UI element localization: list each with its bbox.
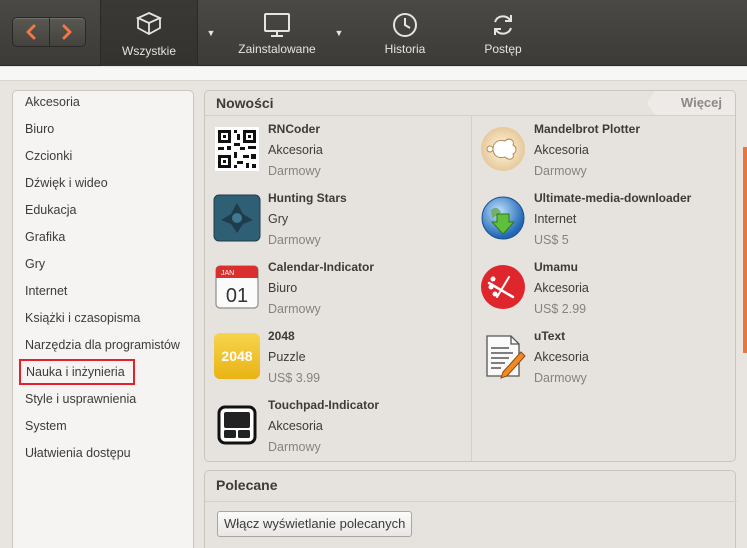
app-category: Biuro xyxy=(268,281,298,295)
divider xyxy=(205,501,737,502)
app-category: Internet xyxy=(534,212,577,226)
app-price: US$ 3.99 xyxy=(268,371,321,385)
tab-all[interactable]: Wszystkie xyxy=(100,0,198,66)
sidebar-item-dev-tools[interactable]: Narzędzia dla programistów xyxy=(25,336,180,354)
sidebar-item-system[interactable]: System xyxy=(25,417,67,435)
app-category: Akcesoria xyxy=(534,350,589,364)
qr-code-icon xyxy=(215,127,259,171)
app-tile[interactable]: Umamu Akcesoria US$ 2.99 xyxy=(473,257,735,326)
app-name: Touchpad-Indicator xyxy=(268,398,380,412)
calendar-icon: JAN 01 xyxy=(215,265,259,309)
sidebar-item-education[interactable]: Edukacja xyxy=(25,201,76,219)
sidebar-item-books[interactable]: Książki i czasopisma xyxy=(25,309,140,327)
chevron-left-icon xyxy=(26,24,36,40)
new-apps-panel: Nowości Więcej RNCoder Akcesoria Darmowy… xyxy=(204,90,736,462)
recommended-panel: Polecane Włącz wyświetlanie polecanych xyxy=(204,470,737,548)
app-name: RNCoder xyxy=(268,122,321,136)
app-price: US$ 5 xyxy=(534,233,569,247)
app-tile[interactable]: 2048 2048 Puzzle US$ 3.99 xyxy=(207,326,469,395)
app-price: Darmowy xyxy=(268,233,321,247)
app-price: US$ 2.99 xyxy=(534,302,587,316)
recommended-title: Polecane xyxy=(216,477,278,493)
app-tile[interactable]: Ultimate-media-downloader Internet US$ 5 xyxy=(473,188,735,257)
back-button[interactable] xyxy=(13,18,49,46)
app-tile[interactable]: JAN 01 Calendar-Indicator Biuro Darmowy xyxy=(207,257,469,326)
sidebar-item-fonts[interactable]: Czcionki xyxy=(25,147,72,165)
enable-recommendations-button[interactable]: Włącz wyświetlanie polecanych xyxy=(217,511,413,537)
tab-installed-dropdown-icon[interactable]: ▼ xyxy=(334,28,344,38)
tab-progress[interactable]: Postęp xyxy=(462,0,544,66)
calendar-month-text: JAN xyxy=(221,270,234,277)
column-divider xyxy=(471,116,472,461)
globe-download-icon xyxy=(481,196,525,240)
app-category: Gry xyxy=(268,212,289,226)
toolbar-separator-strip xyxy=(0,67,747,81)
app-category: Akcesoria xyxy=(268,419,323,433)
refresh-icon xyxy=(494,15,512,35)
sidebar-item-accessibility[interactable]: Ułatwienia dostępu xyxy=(25,444,131,462)
sidebar-item-sound-video[interactable]: Dźwięk i wideo xyxy=(25,174,108,192)
app-name: uText xyxy=(534,329,566,343)
app-name: Mandelbrot Plotter xyxy=(534,122,641,136)
game-2048-icon: 2048 xyxy=(214,333,260,379)
app-name: Hunting Stars xyxy=(268,191,347,205)
tab-history-label: Historia xyxy=(384,42,426,56)
scrollbar-thumb[interactable] xyxy=(743,147,747,353)
toolbar: Wszystkie ▼ Zainstalowane ▼ Historia Pos… xyxy=(0,0,747,66)
app-tile[interactable]: Touchpad-Indicator Akcesoria Darmowy xyxy=(207,395,469,461)
game-2048-text: 2048 xyxy=(221,348,252,364)
app-name: 2048 xyxy=(268,329,295,343)
app-price: Darmowy xyxy=(268,164,321,178)
app-tile[interactable]: Hunting Stars Gry Darmowy xyxy=(207,188,469,257)
monitor-icon xyxy=(264,13,290,37)
app-category: Akcesoria xyxy=(534,143,589,157)
app-tile[interactable]: Mandelbrot Plotter Akcesoria Darmowy xyxy=(473,119,735,188)
umamu-icon xyxy=(481,265,525,309)
tab-all-label: Wszystkie xyxy=(122,44,176,58)
app-name: Umamu xyxy=(534,260,579,274)
sidebar-item-internet[interactable]: Internet xyxy=(25,282,67,300)
chevron-right-icon xyxy=(62,24,72,40)
app-category: Akcesoria xyxy=(534,281,589,295)
new-apps-title: Nowości xyxy=(216,95,274,111)
tab-installed[interactable]: Zainstalowane xyxy=(228,0,326,66)
app-price: Darmowy xyxy=(268,440,321,454)
sidebar-item-graphics[interactable]: Grafika xyxy=(25,228,65,246)
sidebar-item-office[interactable]: Biuro xyxy=(25,120,54,138)
app-category: Akcesoria xyxy=(268,143,323,157)
sidebar-item-accessories[interactable]: Akcesoria xyxy=(25,93,80,111)
sidebar-item-themes[interactable]: Style i usprawnienia xyxy=(25,390,136,408)
clock-icon xyxy=(393,13,417,37)
spaceship-icon xyxy=(213,194,261,242)
mandelbrot-icon xyxy=(481,127,525,171)
forward-button[interactable] xyxy=(48,18,85,46)
app-price: Darmowy xyxy=(534,164,587,178)
app-name: Ultimate-media-downloader xyxy=(534,191,692,205)
tab-all-dropdown-icon[interactable]: ▼ xyxy=(206,28,216,38)
tab-history[interactable]: Historia xyxy=(364,0,446,66)
category-sidebar: Akcesoria Biuro Czcionki Dźwięk i wideo … xyxy=(12,90,194,548)
text-editor-icon xyxy=(486,335,526,379)
box-icon xyxy=(135,12,163,36)
sidebar-item-science[interactable]: Nauka i inżynieria xyxy=(19,359,135,385)
app-tile[interactable]: RNCoder Akcesoria Darmowy xyxy=(207,119,469,188)
touchpad-icon xyxy=(217,405,257,445)
app-price: Darmowy xyxy=(534,371,587,385)
app-tile[interactable]: uText Akcesoria Darmowy xyxy=(473,326,735,395)
app-price: Darmowy xyxy=(268,302,321,316)
tab-installed-label: Zainstalowane xyxy=(238,42,316,56)
tab-progress-label: Postęp xyxy=(484,42,522,56)
calendar-day-text: 01 xyxy=(226,285,248,307)
more-button[interactable]: Więcej xyxy=(647,91,735,115)
navigation-buttons xyxy=(12,17,86,47)
app-name: Calendar-Indicator xyxy=(268,260,375,274)
app-category: Puzzle xyxy=(268,350,306,364)
sidebar-item-games[interactable]: Gry xyxy=(25,255,45,273)
